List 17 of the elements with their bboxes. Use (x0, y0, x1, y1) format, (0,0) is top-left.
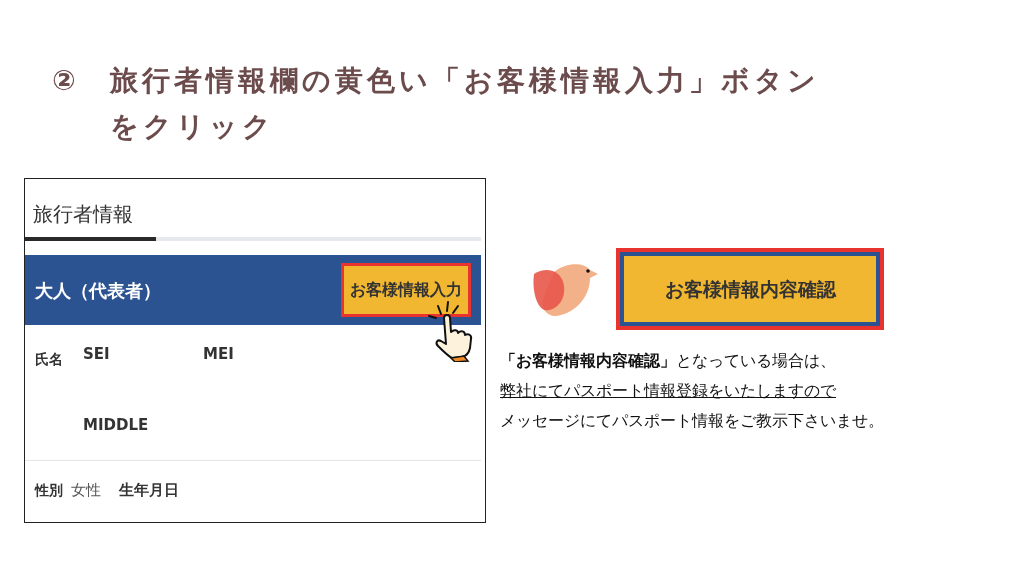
info-confirm-button[interactable]: お客様情報内容確認 (616, 248, 884, 330)
traveler-type: 大人（代表者） (35, 278, 161, 303)
tab-title: 旅行者情報 (32, 201, 134, 228)
gender-value: 女性 (71, 480, 101, 501)
note-text: 弊社にてパスポート情報登録をいたしますので (500, 380, 837, 402)
field-label: MEI (203, 344, 234, 365)
note-text: メッセージにてパスポート情報をご教示下さいませ。 (500, 410, 884, 432)
note-text: 「お客様情報内容確認」となっている場合は、 (500, 350, 837, 372)
step-number: ② (52, 63, 80, 99)
gender-label: 性別 (35, 480, 63, 500)
field-label: MIDDLE (83, 414, 150, 436)
heading-line: 旅行者情報欄の黄色い「お客様情報入力」ボタン (109, 63, 820, 99)
field-label: SEI (83, 344, 111, 365)
heading-line: をクリック (109, 109, 276, 145)
customer-info-button[interactable]: お客様情報入力 (341, 263, 471, 317)
name-label: 氏名 (35, 350, 64, 369)
birth-label: 生年月日 (119, 480, 179, 501)
